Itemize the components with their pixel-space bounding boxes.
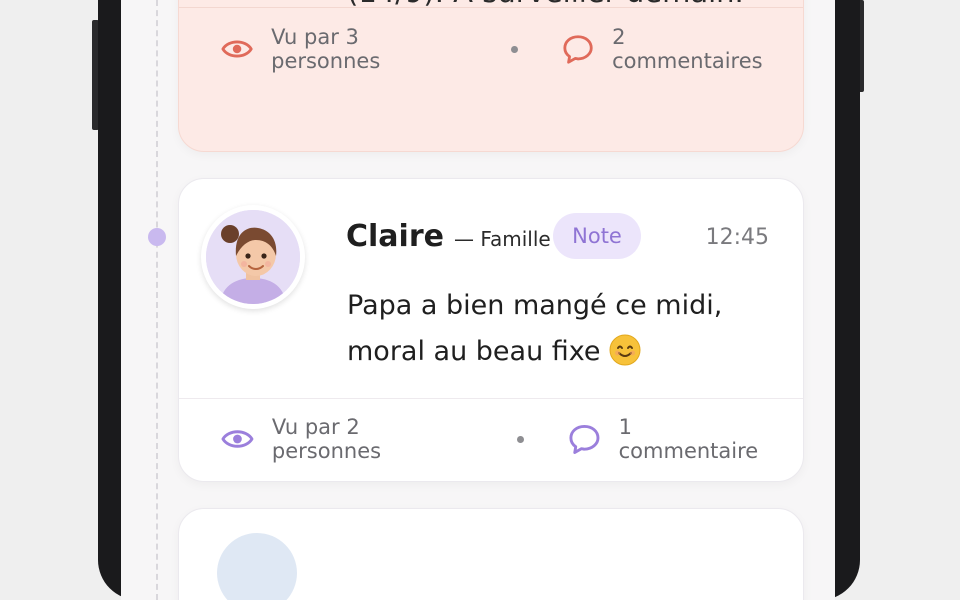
card-divider [179,398,803,399]
comments-count-text: 2 commentaires [612,25,763,73]
comments-link[interactable]: 2 commentaires [562,25,773,73]
alert-meta-row: Vu par 3 personnes 2 commentaires [221,25,773,73]
comments-link[interactable]: 1 commentaire [568,415,773,463]
separator-dot [511,45,518,53]
views-count-text: Vu par 3 personnes [271,25,381,73]
timeline-dot [148,228,166,246]
note-card[interactable]: Claire — Famille Note 12:45 Papa a bien … [178,178,804,482]
smiling-face-emoji-icon [609,334,641,381]
note-badge: Note [553,213,641,259]
eye-icon [221,40,253,58]
views-count-text: Vu par 2 personnes [271,415,382,463]
note-meta-row: Vu par 2 personnes 1 commentaire [221,415,773,463]
alert-card[interactable]: (14/9). À surveiller demain. Vu par 3 pe… [178,0,804,152]
note-text-line-1: Papa a bien mangé ce midi, [347,290,723,321]
comments-count-text: 1 commentaire [618,415,759,463]
views-indicator[interactable]: Vu par 2 personnes [221,415,469,463]
views-indicator[interactable]: Vu par 3 personnes [221,25,463,73]
avatar-illustration [206,210,300,304]
feed-screen[interactable]: (14/9). À surveiller demain. Vu par 3 pe… [121,0,835,600]
avatar-ring [201,205,305,309]
note-timestamp: 12:45 [705,225,769,250]
comment-icon [563,35,593,64]
note-body: Papa a bien mangé ce midi, moral au beau… [347,283,767,381]
eye-icon [221,430,254,448]
timeline-line [156,0,158,600]
author-role: — Famille [453,227,551,251]
separator-dot [516,435,524,443]
author-name[interactable]: Claire [346,219,444,254]
card-divider [179,7,803,8]
avatar-claire[interactable] [206,210,300,304]
comment-icon [569,424,600,454]
note-text-line-2: moral au beau fixe [347,336,601,367]
next-card[interactable] [178,508,804,600]
avatar [217,533,297,600]
author-line: Claire — Famille [346,219,551,254]
